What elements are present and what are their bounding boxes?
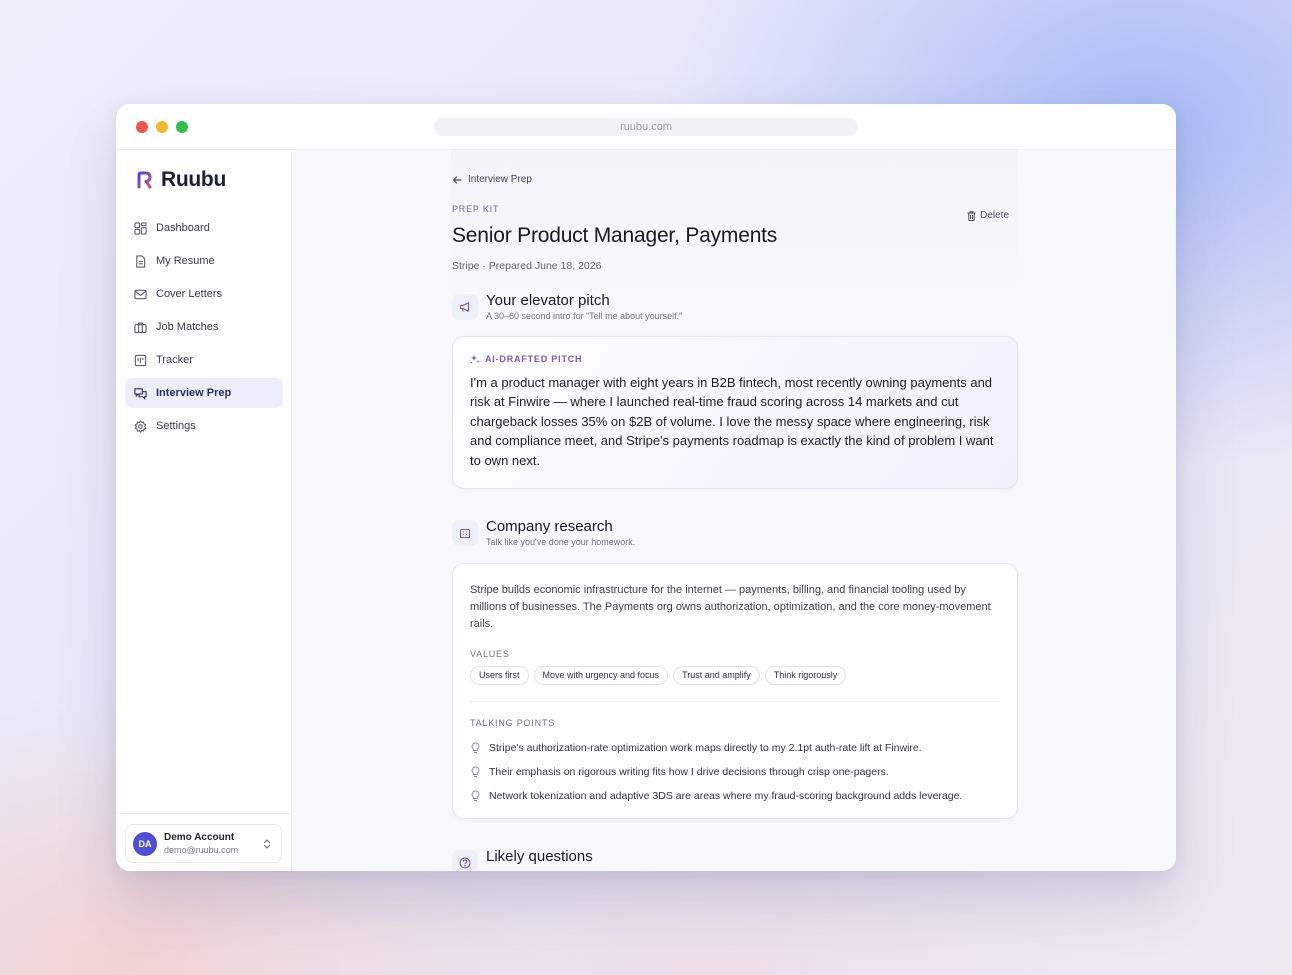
minimize-window-button[interactable] — [156, 121, 168, 133]
value-chip: Users first — [470, 666, 529, 685]
ruubu-logo-icon — [137, 171, 152, 189]
account-email: demo@ruubu.com — [164, 845, 239, 855]
account-switcher[interactable]: DA Demo Account demo@ruubu.com — [125, 824, 282, 863]
sidebar-item-my-resume[interactable]: My Resume — [125, 246, 283, 276]
value-chip: Move with urgency and focus — [533, 666, 669, 685]
sidebar-item-label: Dashboard — [156, 222, 210, 234]
browser-window: ruubu.com Ruubu Dashboard My Resume Cove… — [116, 104, 1176, 871]
dashboard-icon — [134, 221, 147, 235]
section-subtitle: Talk like you've done your homework. — [486, 537, 636, 547]
page-kicker: PREP KIT — [452, 204, 500, 214]
main-content: Interview Prep PREP KIT Senior Product M… — [293, 150, 1176, 871]
account-area: DA Demo Account demo@ruubu.com — [116, 813, 291, 871]
megaphone-icon — [452, 294, 478, 320]
account-name: Demo Account — [164, 832, 235, 843]
sidebar-nav: Dashboard My Resume Cover Letters Job Ma… — [125, 213, 283, 444]
briefcase-icon — [134, 321, 147, 333]
lightbulb-icon — [471, 766, 480, 777]
page-subtitle: Stripe · Prepared June 18, 2026 — [452, 260, 602, 272]
chat-icon — [134, 387, 147, 400]
document-icon — [136, 254, 146, 268]
values-label: VALUES — [470, 649, 510, 659]
list-item: Their emphasis on rigorous writing fits … — [470, 760, 962, 784]
talking-point-text: Network tokenization and adaptive 3DS ar… — [489, 790, 963, 802]
pitch-label: AI-DRAFTED PITCH — [470, 354, 582, 364]
section-title: Your elevator pitch — [486, 292, 610, 309]
pitch-card: AI-DRAFTED PITCH I'm a product manager w… — [452, 336, 1018, 489]
sidebar-item-dashboard[interactable]: Dashboard — [125, 213, 283, 243]
sidebar-item-label: Interview Prep — [156, 387, 232, 399]
avatar: DA — [133, 831, 157, 856]
url-bar[interactable]: ruubu.com — [434, 118, 858, 136]
arrow-left-icon — [452, 175, 462, 184]
pitch-text: I'm a product manager with eight years i… — [470, 375, 994, 468]
section-title: Company research — [486, 518, 613, 535]
brand-name: Ruubu — [161, 168, 226, 191]
title-bar: ruubu.com — [116, 104, 1176, 150]
maximize-window-button[interactable] — [176, 121, 188, 133]
research-card: Stripe builds economic infrastructure fo… — [452, 563, 1018, 819]
elevator-pitch-header: Your elevator pitch A 30–60 second intro… — [452, 292, 682, 321]
talking-points-list: Stripe's authorization-rate optimization… — [470, 736, 962, 808]
sidebar-item-job-matches[interactable]: Job Matches — [125, 312, 283, 342]
likely-questions-header: Likely questions — [452, 848, 593, 871]
page-title: Senior Product Manager, Payments — [452, 224, 778, 247]
values-chips: Users first Move with urgency and focus … — [470, 666, 847, 685]
gear-icon — [134, 419, 147, 433]
back-link-label: Interview Prep — [468, 174, 532, 185]
sidebar-item-settings[interactable]: Settings — [125, 411, 283, 441]
sidebar: Ruubu Dashboard My Resume Cover Letters … — [116, 150, 292, 871]
brand-logo[interactable]: Ruubu — [136, 168, 226, 192]
sidebar-item-label: Tracker — [156, 354, 193, 366]
sidebar-item-label: My Resume — [156, 255, 215, 267]
sidebar-item-label: Job Matches — [156, 321, 219, 333]
divider — [470, 701, 1000, 702]
chevron-up-down-icon — [263, 839, 271, 849]
company-research-header: Company research Talk like you've done y… — [452, 518, 635, 547]
delete-label: Delete — [980, 210, 1009, 221]
delete-button[interactable]: Delete — [967, 210, 1009, 221]
talking-point-text: Stripe's authorization-rate optimization… — [489, 742, 922, 754]
list-item: Network tokenization and adaptive 3DS ar… — [470, 784, 962, 808]
sidebar-item-label: Cover Letters — [156, 288, 223, 300]
list-item: Stripe's authorization-rate optimization… — [470, 736, 962, 760]
sidebar-item-label: Settings — [156, 420, 196, 432]
section-subtitle: A 30–60 second intro for “Tell me about … — [486, 311, 683, 321]
sidebar-item-cover-letters[interactable]: Cover Letters — [125, 279, 283, 309]
value-chip: Trust and amplify — [673, 666, 760, 685]
close-window-button[interactable] — [136, 121, 148, 133]
question-icon — [452, 850, 478, 871]
lightbulb-icon — [471, 742, 480, 753]
kanban-icon — [134, 354, 147, 366]
talking-point-text: Their emphasis on rigorous writing fits … — [489, 766, 889, 778]
account-info: Demo Account demo@ruubu.com — [164, 832, 238, 855]
company-overview: Stripe builds economic infrastructure fo… — [470, 584, 991, 630]
pitch-label-text: AI-DRAFTED PITCH — [485, 354, 583, 364]
section-title: Likely questions — [486, 848, 593, 865]
trash-icon — [967, 210, 976, 221]
mail-icon — [134, 289, 147, 299]
value-chip: Think rigorously — [764, 666, 847, 685]
building-icon — [452, 520, 478, 546]
talking-points-label: TALKING POINTS — [470, 718, 556, 728]
sidebar-item-interview-prep[interactable]: Interview Prep — [125, 378, 283, 408]
sidebar-item-tracker[interactable]: Tracker — [125, 345, 283, 375]
back-link[interactable]: Interview Prep — [452, 174, 532, 185]
sparkles-icon — [470, 355, 480, 364]
lightbulb-icon — [471, 790, 480, 801]
